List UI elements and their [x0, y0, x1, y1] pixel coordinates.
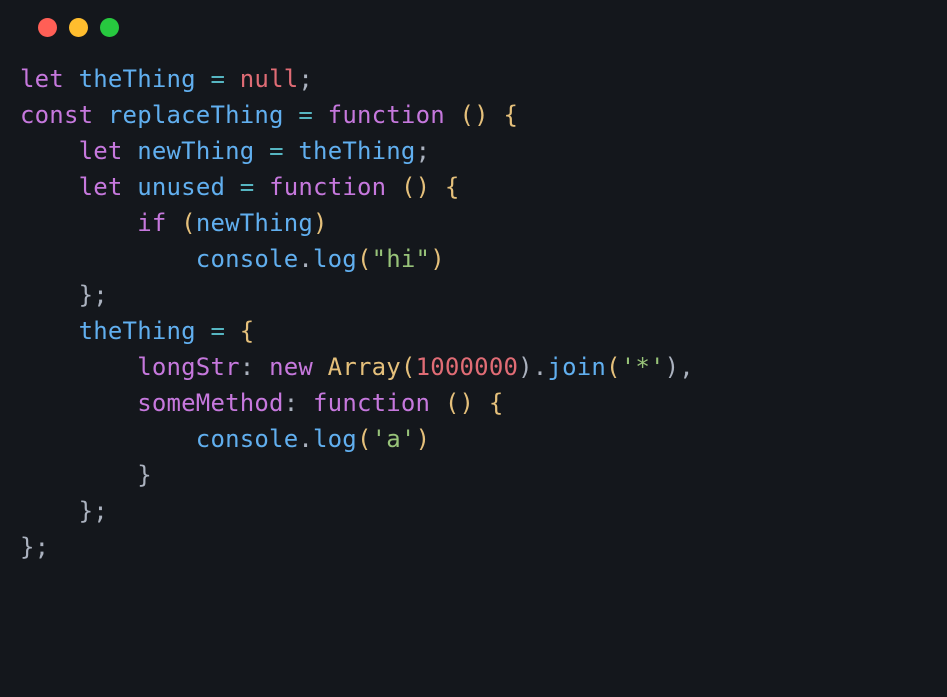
code-line: console.log("hi")	[20, 241, 947, 277]
token-keyword: const	[20, 101, 93, 129]
token-paren: ()	[445, 389, 474, 417]
token-operator: =	[240, 173, 255, 201]
token-variable: theThing	[79, 65, 196, 93]
token-punct: };	[20, 533, 49, 561]
token-variable: theThing	[298, 137, 415, 165]
token-keyword: let	[20, 65, 64, 93]
token-function: log	[313, 425, 357, 453]
code-line: }	[20, 457, 947, 493]
token-object: console	[196, 425, 299, 453]
token-function: log	[313, 245, 357, 273]
token-keyword: function	[313, 389, 430, 417]
token-paren: (	[401, 353, 416, 381]
token-punct: ),	[665, 353, 694, 381]
token-string: '*'	[621, 353, 665, 381]
token-brace: }	[137, 461, 152, 489]
code-line: console.log('a')	[20, 421, 947, 457]
token-operator: =	[210, 317, 225, 345]
code-line: someMethod: function () {	[20, 385, 947, 421]
token-string: "hi"	[372, 245, 431, 273]
token-brace: {	[489, 389, 504, 417]
token-variable: replaceThing	[108, 101, 284, 129]
token-variable: newThing	[196, 209, 313, 237]
token-punct: };	[79, 281, 108, 309]
window-titlebar	[0, 18, 947, 61]
minimize-icon[interactable]	[69, 18, 88, 37]
token-object: console	[196, 245, 299, 273]
token-brace: {	[240, 317, 255, 345]
token-keyword: let	[79, 137, 123, 165]
token-paren: )	[416, 425, 431, 453]
code-line: const replaceThing = function () {	[20, 97, 947, 133]
token-punct: :	[284, 389, 299, 417]
token-paren: ()	[401, 173, 430, 201]
token-paren: )	[430, 245, 445, 273]
code-line: };	[20, 493, 947, 529]
token-punct: .	[298, 425, 313, 453]
token-class: Array	[328, 353, 401, 381]
token-punct: ).	[518, 353, 547, 381]
code-line: if (newThing)	[20, 205, 947, 241]
token-keyword: if	[137, 209, 166, 237]
close-icon[interactable]	[38, 18, 57, 37]
token-variable: theThing	[79, 317, 196, 345]
code-line: let unused = function () {	[20, 169, 947, 205]
code-line: let theThing = null;	[20, 61, 947, 97]
token-property: longStr	[137, 353, 240, 381]
token-paren: (	[357, 425, 372, 453]
token-brace: {	[504, 101, 519, 129]
token-paren: )	[313, 209, 328, 237]
code-line: longStr: new Array(1000000).join('*'),	[20, 349, 947, 385]
token-keyword: function	[328, 101, 445, 129]
token-punct: :	[240, 353, 255, 381]
token-paren: (	[181, 209, 196, 237]
code-editor[interactable]: let theThing = null;const replaceThing =…	[0, 61, 947, 565]
token-operator: =	[298, 101, 313, 129]
token-variable: unused	[137, 173, 225, 201]
code-line: };	[20, 529, 947, 565]
code-window: let theThing = null;const replaceThing =…	[0, 0, 947, 565]
token-punct: .	[298, 245, 313, 273]
token-operator: =	[269, 137, 284, 165]
token-variable: newThing	[137, 137, 254, 165]
token-string: 'a'	[372, 425, 416, 453]
token-brace: {	[445, 173, 460, 201]
token-paren: (	[357, 245, 372, 273]
token-function: join	[547, 353, 606, 381]
token-paren: (	[606, 353, 621, 381]
token-number: 1000000	[416, 353, 519, 381]
token-property: someMethod	[137, 389, 284, 417]
maximize-icon[interactable]	[100, 18, 119, 37]
token-keyword: let	[79, 173, 123, 201]
code-line: theThing = {	[20, 313, 947, 349]
code-line: let newThing = theThing;	[20, 133, 947, 169]
token-operator: =	[210, 65, 225, 93]
token-null: null	[240, 65, 299, 93]
token-paren: ()	[460, 101, 489, 129]
token-punct: };	[79, 497, 108, 525]
token-keyword: function	[269, 173, 386, 201]
token-keyword: new	[269, 353, 313, 381]
token-punct: ;	[298, 65, 313, 93]
token-punct: ;	[416, 137, 431, 165]
code-line: };	[20, 277, 947, 313]
